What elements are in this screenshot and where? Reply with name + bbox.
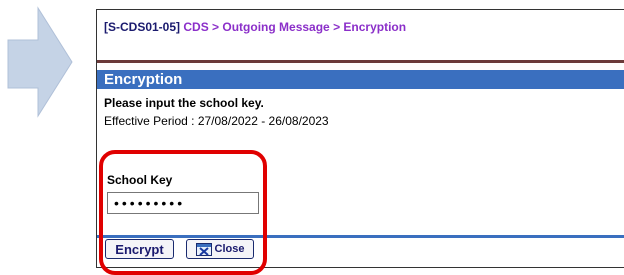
- school-key-label: School Key: [107, 173, 173, 187]
- breadcrumb: [S-CDS01-05] CDS > Outgoing Message > En…: [104, 20, 406, 34]
- encrypt-button[interactable]: Encrypt: [105, 239, 174, 259]
- close-button-label: Close: [214, 243, 245, 255]
- instruction-text: Please input the school key.: [104, 96, 264, 110]
- right-arrow-icon: [7, 6, 73, 118]
- screen-code: [S-CDS01-05]: [104, 20, 181, 34]
- divider: [97, 235, 624, 238]
- effective-period: Effective Period : 27/08/2022 - 26/08/20…: [104, 114, 329, 128]
- encryption-panel: [S-CDS01-05] CDS > Outgoing Message > En…: [96, 9, 624, 268]
- section-title: Encryption: [104, 71, 183, 88]
- divider: [97, 60, 624, 63]
- section-header: Encryption: [97, 70, 624, 89]
- breadcrumb-path: CDS > Outgoing Message > Encryption: [183, 20, 407, 34]
- close-window-icon: [195, 242, 212, 256]
- school-key-input[interactable]: [107, 192, 259, 214]
- close-button[interactable]: Close: [186, 239, 254, 259]
- encrypt-button-label: Encrypt: [115, 241, 164, 257]
